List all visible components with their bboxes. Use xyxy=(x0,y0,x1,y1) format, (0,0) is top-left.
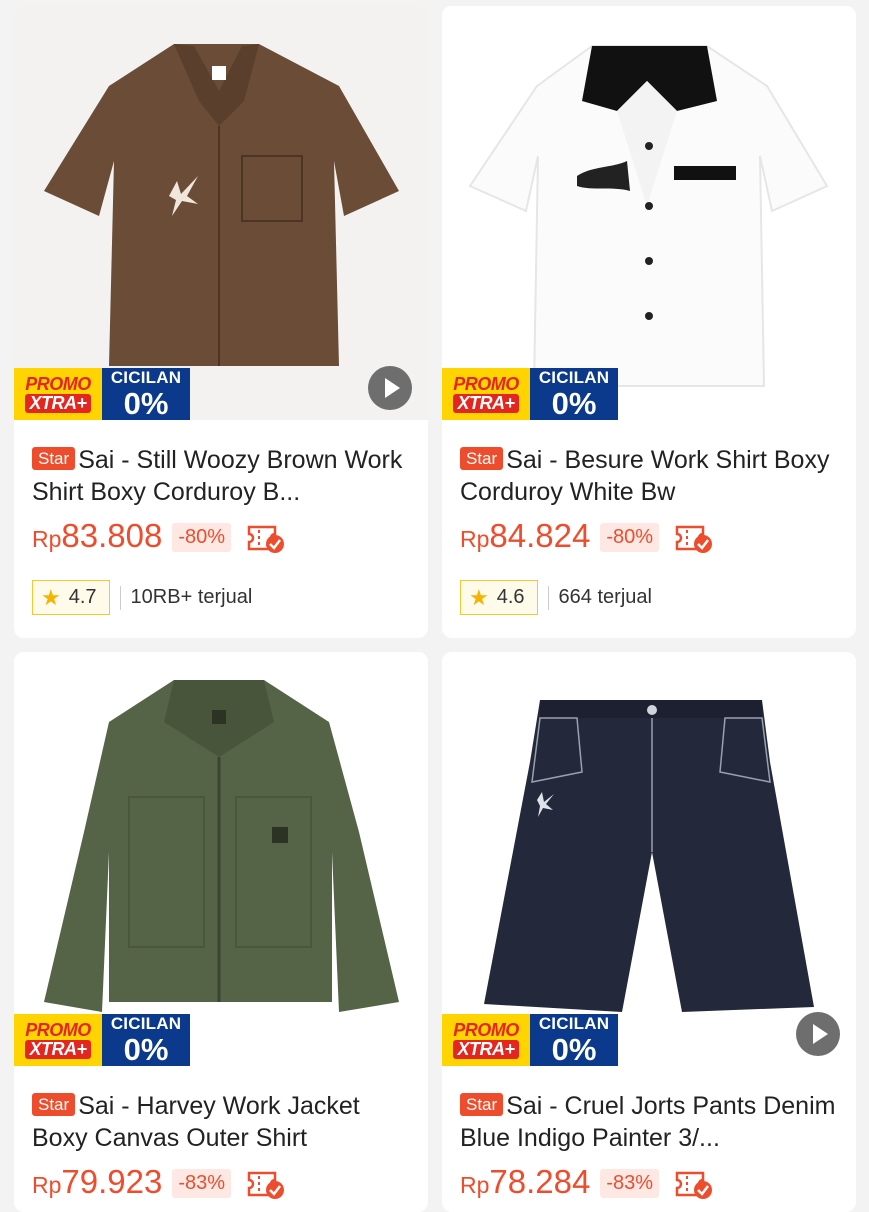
rating-row: ★ 4.7 10RB+ terjual xyxy=(32,580,252,615)
currency: Rp xyxy=(460,526,490,552)
price-value: 84.824 xyxy=(489,517,591,554)
star-seller-tag: Star xyxy=(32,1093,76,1116)
product-card[interactable]: PROMO XTRA+ CICILAN 0% Star Sai - Harvey … xyxy=(14,652,428,1212)
cicilan-badge: CICILAN 0% xyxy=(530,1014,618,1066)
rating-badge: ★ 4.6 xyxy=(460,580,538,615)
rating-badge: ★ 4.7 xyxy=(32,580,110,615)
product-image[interactable] xyxy=(14,652,428,1066)
product-price: Rp83.808 xyxy=(32,516,162,559)
star-seller-tag: Star xyxy=(460,1093,504,1116)
currency: Rp xyxy=(460,1172,490,1198)
star-icon: ★ xyxy=(469,584,489,610)
promo-xtra-badge: PROMO XTRA+ xyxy=(442,368,530,420)
promo-xtra-badge: PROMO XTRA+ xyxy=(14,1014,102,1066)
xtra-label: XTRA+ xyxy=(25,394,91,413)
cicilan-label: CICILAN xyxy=(538,1014,610,1033)
rating-value: 4.7 xyxy=(68,586,97,608)
price-value: 83.808 xyxy=(61,517,163,554)
cicilan-rate: 0% xyxy=(551,1032,597,1067)
price-value: 79.923 xyxy=(61,1163,163,1200)
xtra-label: XTRA+ xyxy=(453,394,519,413)
promo-label: PROMO xyxy=(25,1020,91,1040)
voucher-icon xyxy=(247,525,285,553)
price-row: Rp83.808 -80% xyxy=(32,516,285,559)
product-card[interactable]: PROMO XTRA+ CICILAN 0% Star Sai - Besure … xyxy=(442,6,856,638)
divider xyxy=(547,585,549,610)
voucher-icon xyxy=(247,1171,285,1199)
sold-count: 664 terjual xyxy=(558,586,652,608)
product-image[interactable] xyxy=(14,6,428,420)
promo-label: PROMO xyxy=(453,374,519,394)
white-shirt-image xyxy=(442,6,856,420)
cicilan-badge: CICILAN 0% xyxy=(102,1014,190,1066)
product-title[interactable]: Star Sai - Cruel Jorts Pants Denim Blue I… xyxy=(460,1090,840,1154)
divider xyxy=(119,585,121,610)
xtra-label: XTRA+ xyxy=(453,1040,519,1059)
product-image[interactable] xyxy=(442,6,856,420)
rating-row: ★ 4.6 664 terjual xyxy=(460,580,652,615)
promo-badges: PROMO XTRA+ CICILAN 0% xyxy=(442,1014,618,1066)
cicilan-rate: 0% xyxy=(123,1032,169,1067)
product-card[interactable]: PROMO XTRA+ CICILAN 0% Star Sai - Cruel J… xyxy=(442,652,856,1212)
product-price: Rp84.824 xyxy=(460,516,590,559)
cicilan-label: CICILAN xyxy=(110,368,182,387)
green-jacket-image xyxy=(14,652,428,1066)
cicilan-rate: 0% xyxy=(123,386,169,421)
price-row: Rp79.923 -83% xyxy=(32,1162,285,1205)
product-title[interactable]: Star Sai - Besure Work Shirt Boxy Corduro… xyxy=(460,444,840,508)
star-icon: ★ xyxy=(41,584,61,610)
cicilan-rate: 0% xyxy=(551,386,597,421)
denim-shorts-image xyxy=(442,652,856,1066)
xtra-label: XTRA+ xyxy=(25,1040,91,1059)
cicilan-badge: CICILAN 0% xyxy=(530,368,618,420)
promo-label: PROMO xyxy=(453,1020,519,1040)
voucher-icon xyxy=(675,1171,713,1199)
product-title-text: Sai - Cruel Jorts Pants Denim Blue Indig… xyxy=(460,1092,836,1152)
product-title-text: Sai - Still Woozy Brown Work Shirt Boxy … xyxy=(32,446,403,506)
cicilan-badge: CICILAN 0% xyxy=(102,368,190,420)
price-row: Rp84.824 -80% xyxy=(460,516,713,559)
sold-count: 10RB+ terjual xyxy=(130,586,253,608)
play-icon[interactable] xyxy=(368,366,412,410)
promo-badges: PROMO XTRA+ CICILAN 0% xyxy=(14,368,190,420)
discount-badge: -83% xyxy=(172,1169,232,1198)
star-seller-tag: Star xyxy=(460,447,504,470)
price-row: Rp78.284 -83% xyxy=(460,1162,713,1205)
play-icon[interactable] xyxy=(796,1012,840,1056)
discount-badge: -80% xyxy=(600,523,660,552)
product-card[interactable]: PROMO XTRA+ CICILAN 0% Star Sai - Still W… xyxy=(14,6,428,638)
product-title[interactable]: Star Sai - Still Woozy Brown Work Shirt B… xyxy=(32,444,412,508)
product-title-text: Sai - Harvey Work Jacket Boxy Canvas Out… xyxy=(32,1092,360,1152)
price-value: 78.284 xyxy=(489,1163,591,1200)
promo-badges: PROMO XTRA+ CICILAN 0% xyxy=(442,368,618,420)
discount-badge: -83% xyxy=(600,1169,660,1198)
voucher-icon xyxy=(675,525,713,553)
currency: Rp xyxy=(32,526,62,552)
cicilan-label: CICILAN xyxy=(110,1014,182,1033)
promo-xtra-badge: PROMO XTRA+ xyxy=(442,1014,530,1066)
promo-label: PROMO xyxy=(25,374,91,394)
promo-badges: PROMO XTRA+ CICILAN 0% xyxy=(14,1014,190,1066)
rating-value: 4.6 xyxy=(496,586,525,608)
product-title-text: Sai - Besure Work Shirt Boxy Corduroy Wh… xyxy=(460,446,830,506)
product-price: Rp78.284 xyxy=(460,1162,590,1205)
star-seller-tag: Star xyxy=(32,447,76,470)
promo-xtra-badge: PROMO XTRA+ xyxy=(14,368,102,420)
product-price: Rp79.923 xyxy=(32,1162,162,1205)
cicilan-label: CICILAN xyxy=(538,368,610,387)
product-image[interactable] xyxy=(442,652,856,1066)
brown-shirt-image xyxy=(14,6,428,420)
discount-badge: -80% xyxy=(172,523,232,552)
currency: Rp xyxy=(32,1172,62,1198)
product-title[interactable]: Star Sai - Harvey Work Jacket Boxy Canvas… xyxy=(32,1090,412,1154)
